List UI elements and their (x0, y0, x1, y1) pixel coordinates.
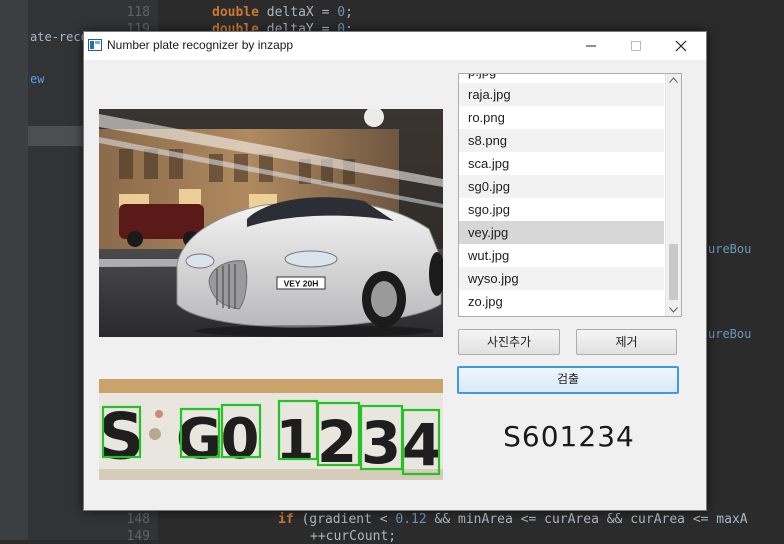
list-item[interactable]: p.jpg (459, 74, 664, 83)
list-item[interactable]: wyso.jpg (459, 267, 664, 290)
title-bar[interactable]: Number plate recognizer by inzapp (84, 32, 706, 60)
plate-character: 4 (402, 411, 442, 479)
window-title: Number plate recognizer by inzapp (107, 38, 294, 52)
plate-character: G (176, 407, 222, 472)
list-item[interactable]: wut.jpg (459, 244, 664, 267)
plate-character: 1 (276, 409, 315, 474)
plate-character: 0 (221, 407, 260, 472)
list-item[interactable]: raja.jpg (459, 83, 664, 106)
recognition-result: S601234 (503, 420, 635, 453)
car-plate-text: VEY 20H (284, 279, 319, 289)
code-line: if (gradient < 0.12 && minArea <= curAre… (278, 512, 748, 527)
code-number: 0.12 (395, 512, 427, 527)
code-line: double deltaX = 0; (212, 5, 353, 20)
code-text: deltaX = (258, 5, 338, 20)
ide-tool-strip (0, 0, 28, 540)
list-item-selected[interactable]: vey.jpg (459, 221, 664, 244)
maximize-button (614, 32, 659, 60)
ide-project-item[interactable]: ew (30, 72, 44, 86)
car-photo: VEY 20H (99, 109, 443, 337)
list-scrollbar[interactable] (665, 74, 681, 316)
app-icon (88, 39, 102, 51)
scroll-up-icon[interactable] (669, 77, 678, 83)
list-item[interactable]: sgo.jpg (459, 198, 664, 221)
list-item[interactable]: s8.png (459, 129, 664, 152)
minimize-button[interactable] (569, 32, 614, 60)
scroll-down-icon[interactable] (669, 307, 678, 313)
remove-button[interactable]: 제거 (576, 329, 677, 355)
maximize-icon (631, 41, 641, 51)
scroll-thumb[interactable] (669, 244, 678, 300)
file-list[interactable]: p.jpg raja.jpg ro.png s8.png sca.jpg sg0… (458, 73, 682, 317)
code-text: (gradient < (293, 512, 396, 527)
code-text: && minArea <= curArea && curArea <= maxA (426, 512, 748, 527)
code-fragment: ureBou (708, 327, 752, 341)
code-number: 0 (337, 5, 346, 20)
list-item[interactable]: ro.png (459, 106, 664, 129)
app-window: Number plate recognizer by inzapp VEY 20… (83, 31, 707, 511)
code-keyword: double (212, 5, 259, 20)
list-item[interactable]: zo.jpg (459, 290, 664, 313)
line-number: 118 (126, 5, 150, 20)
code-line: ++curCount; (310, 529, 397, 544)
code-text: ; (345, 5, 353, 20)
code-fragment: ureBou (708, 242, 752, 256)
list-item[interactable]: sg0.jpg (459, 175, 664, 198)
close-icon (675, 40, 687, 52)
line-number: 149 (126, 529, 150, 544)
minimize-icon (586, 45, 596, 47)
plate-character: 3 (361, 409, 401, 477)
code-keyword: if (278, 512, 294, 527)
add-photo-button[interactable]: 사진추가 (458, 329, 560, 355)
close-button[interactable] (659, 32, 704, 60)
plate-crop-image: S G 0 1 2 3 4 (99, 379, 443, 480)
detect-button[interactable]: 검출 (457, 366, 679, 394)
plate-character: S (99, 401, 144, 475)
list-item[interactable]: sca.jpg (459, 152, 664, 175)
line-number: 148 (126, 512, 150, 527)
